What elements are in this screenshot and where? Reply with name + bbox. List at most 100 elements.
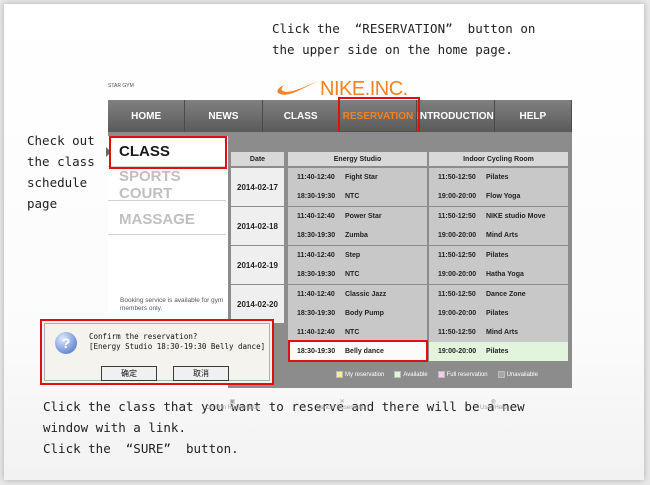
cycling-slot[interactable]: 19:00-20:00 Hatha Yoga — [429, 265, 568, 284]
slot-time: 11:50-12:50 — [438, 329, 476, 336]
slot-class: NIKE studio Move — [486, 213, 546, 220]
link-label: Cancel Reservation — [316, 405, 369, 411]
schedule-legend: My reservation Available Full reservatio… — [336, 371, 538, 378]
date-cell: 2014-02-17 — [231, 168, 284, 206]
question-icon: ? — [55, 332, 77, 354]
slot-time: 18:30-19:30 — [297, 310, 336, 317]
sidebar-item-massage[interactable]: MASSAGE — [108, 204, 226, 235]
nav-home[interactable]: HOME — [108, 100, 186, 132]
cancel-icon: ✕ — [339, 399, 345, 405]
cycling-slot[interactable]: 19:00-20:00 Flow Yoga — [429, 187, 568, 206]
slot-class: Fight Star — [345, 174, 378, 181]
cycling-slot[interactable]: 11:50-12:50 Mind Arts — [429, 323, 568, 342]
link-label: Confirm Reservation — [205, 405, 260, 411]
slot-class: Pilates — [486, 310, 509, 317]
date-cell: 2014-02-20 — [231, 285, 284, 323]
slot-class: NTC — [345, 271, 360, 278]
instruction-left: Check out the class schedule page — [27, 133, 95, 211]
instruction-bottom: Click the class that you want to reserve… — [43, 399, 525, 456]
dialog-line-1: Confirm the reservation? — [89, 332, 198, 341]
slot-class: Dance Zone — [486, 291, 526, 298]
slot-time: 11:40-12:40 — [297, 252, 335, 259]
energy-slot[interactable]: 18:30-19:30 Body Pump — [288, 304, 427, 323]
legend-label: My reservation — [345, 372, 385, 379]
slot-time: 19:00-20:00 — [438, 310, 477, 317]
slot-class: Step — [345, 252, 361, 259]
swoosh-icon — [277, 81, 318, 95]
slot-time: 11:40-12:40 — [297, 213, 335, 220]
cycling-slot[interactable]: 11:50-12:50 Pilates — [429, 246, 568, 265]
selected-class-highlight-box — [288, 340, 428, 362]
class-highlight-box — [109, 136, 227, 169]
legend-available: Available — [394, 371, 428, 379]
legend-label: Available — [403, 372, 428, 379]
energy-slot[interactable]: 11:40-12:40 Power Star — [288, 207, 427, 226]
slot-time: 18:30-19:30 — [297, 271, 336, 278]
slot-class: Mind Arts — [486, 232, 519, 239]
slot-time: 11:50-12:50 — [438, 174, 476, 181]
slot-class: Pilates — [486, 348, 509, 355]
slot-class: Pilates — [486, 174, 509, 181]
slot-time: 11:50-12:50 — [438, 252, 476, 259]
cycling-slot[interactable]: 11:50-12:50 Pilates — [429, 168, 568, 187]
confirm-reservation-link[interactable]: ▣ Confirm Reservation — [205, 398, 260, 411]
slot-class: Power Star — [345, 213, 382, 220]
nav-news[interactable]: NEWS — [185, 100, 263, 132]
cycling-slot[interactable]: 19:00-20:00 Pilates — [429, 304, 568, 323]
date-cell: 2014-02-19 — [231, 246, 284, 284]
calendar-icon: ▣ — [229, 399, 236, 405]
cancel-reservation-link[interactable]: ✕ Cancel Reservation — [316, 398, 368, 411]
slot-time: 11:50-12:50 — [438, 213, 476, 220]
energy-slot[interactable]: 18:30-19:30 NTC — [288, 187, 427, 206]
slot-time: 18:30-19:30 — [297, 232, 336, 239]
slot-time: 11:40-12:40 — [297, 291, 335, 298]
sidebar-item-sports-court[interactable]: SPORTS COURT — [108, 168, 226, 202]
cycling-room-header: Indoor Cycling Room — [429, 152, 568, 166]
cancel-button[interactable]: 取消 — [173, 366, 229, 381]
legend-swatch — [336, 371, 343, 378]
legend-unavailable: Unavailable — [497, 371, 538, 379]
slot-class: Classic Jazz — [345, 291, 387, 298]
slot-class: Mind Arts — [486, 329, 519, 336]
slot-class: Hatha Yoga — [486, 271, 524, 278]
cycling-slot-available[interactable]: 19:00-20:00 Pilates — [429, 342, 568, 361]
energy-slot[interactable]: 11:40-12:40 Step — [288, 246, 427, 265]
cycling-slot[interactable]: 11:50-12:50 Dance Zone — [429, 285, 568, 304]
slot-time: 11:40-12:40 — [297, 174, 335, 181]
slot-class: Body Pump — [345, 310, 384, 317]
slot-time: 11:40-12:40 — [297, 329, 335, 336]
slot-time: 11:50-12:50 — [438, 291, 476, 298]
energy-slot[interactable]: 11:40-12:40 Fight Star — [288, 168, 427, 187]
legend-label: Unavailable — [506, 372, 538, 379]
slot-class: NTC — [345, 193, 360, 200]
nav-class[interactable]: CLASS — [263, 100, 340, 132]
slot-class: Zumba — [345, 232, 368, 239]
energy-slot[interactable]: 18:30-19:30 NTC — [288, 265, 427, 284]
legend-swatch — [497, 371, 505, 378]
link-label: User Help — [480, 405, 507, 411]
legend-label: Full reservation — [446, 372, 488, 379]
legend-swatch — [394, 371, 402, 378]
slot-time: 19:00-20:00 — [438, 193, 477, 200]
dialog-body: ? Confirm the reservation? [Energy Studi… — [44, 323, 270, 381]
legend-swatch — [437, 371, 445, 378]
nav-help[interactable]: HELP — [495, 100, 572, 132]
booking-note: Booking service is available for gym mem… — [120, 297, 224, 312]
slot-time: 19:00-20:00 — [438, 232, 477, 239]
ok-button[interactable]: 确定 — [101, 366, 157, 381]
dialog-message: Confirm the reservation? [Energy Studio … — [89, 332, 265, 352]
reservation-highlight-box — [338, 97, 420, 133]
slot-time: 19:00-20:00 — [438, 271, 477, 278]
cycling-slot[interactable]: 11:50-12:50 NIKE studio Move — [429, 207, 568, 226]
dialog-line-2: [Energy Studio 18:30-19:30 Belly dance] — [89, 342, 266, 351]
energy-slot[interactable]: 18:30-19:30 Zumba — [288, 226, 427, 245]
energy-slot[interactable]: 11:40-12:40 Classic Jazz — [288, 285, 427, 304]
instruction-top: Click the “RESERVATION” button on the up… — [272, 21, 536, 57]
user-help-link[interactable]: ◍ User Help — [480, 398, 507, 411]
legend-full-reservation: Full reservation — [437, 371, 488, 379]
confirm-dialog: ? Confirm the reservation? [Energy Studi… — [40, 319, 274, 385]
slot-time: 18:30-19:30 — [297, 193, 336, 200]
cycling-slot[interactable]: 19:00-20:00 Mind Arts — [429, 226, 568, 245]
energy-studio-header: Energy Studio — [288, 152, 427, 166]
nav-introduction[interactable]: INTRODUCTION — [417, 100, 495, 132]
